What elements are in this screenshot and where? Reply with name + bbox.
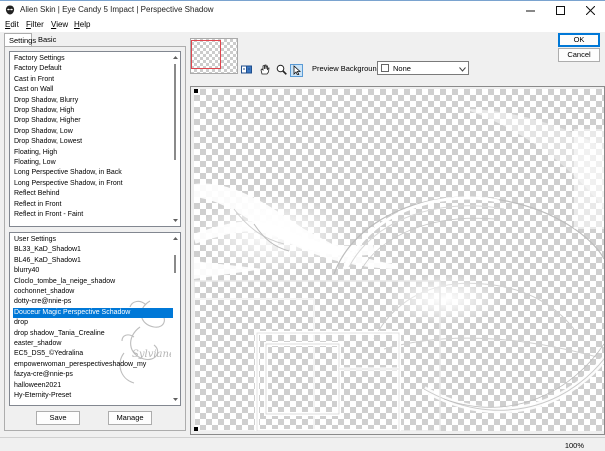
window-title: Alien Skin | Eye Candy 5 Impact | Perspe… bbox=[20, 5, 214, 14]
zoom-icon bbox=[276, 64, 287, 77]
title-bar: Alien Skin | Eye Candy 5 Impact | Perspe… bbox=[0, 0, 605, 18]
factory-settings-list[interactable]: Factory Settings Factory Default Cast in F… bbox=[9, 51, 181, 227]
menu-filter-label: ilter bbox=[30, 20, 44, 29]
user-setting-item[interactable]: empowerwoman_perespectiveshadow_my bbox=[13, 360, 173, 370]
hand-pan-icon bbox=[259, 64, 270, 77]
cancel-button[interactable]: Cancel bbox=[558, 48, 600, 62]
scroll-down-icon[interactable] bbox=[172, 396, 179, 403]
close-button[interactable] bbox=[575, 1, 605, 19]
maximize-button[interactable] bbox=[545, 1, 575, 19]
preview-background-label: Preview Background: bbox=[312, 64, 383, 73]
tab-basic[interactable]: Basic bbox=[34, 33, 58, 46]
hand-tool-button[interactable] bbox=[258, 64, 271, 77]
menu-view-label: iew bbox=[56, 20, 69, 29]
user-scroll-thumb[interactable] bbox=[174, 255, 176, 273]
ok-button[interactable]: OK bbox=[558, 33, 600, 47]
user-setting-item[interactable]: halloween2021 bbox=[13, 381, 173, 391]
factory-setting-item[interactable]: Reflect in Front bbox=[13, 200, 173, 210]
minimize-icon bbox=[525, 6, 535, 15]
factory-setting-item[interactable]: Floating, High bbox=[13, 148, 173, 158]
factory-setting-item[interactable]: Factory Default bbox=[13, 64, 173, 74]
maximize-icon bbox=[555, 5, 565, 15]
preview-image[interactable] bbox=[194, 89, 604, 431]
navigator-viewport-frame[interactable] bbox=[191, 40, 221, 69]
menu-help[interactable]: Help bbox=[74, 20, 90, 29]
factory-setting-item[interactable]: Floating, Low bbox=[13, 158, 173, 168]
factory-setting-item[interactable]: Cast on Wall bbox=[13, 85, 173, 95]
user-setting-item[interactable]: blurry40 bbox=[13, 266, 173, 276]
shadow-preview-artwork bbox=[194, 109, 604, 431]
user-setting-header[interactable]: User Settings bbox=[13, 235, 173, 245]
close-icon bbox=[585, 5, 595, 15]
factory-setting-item[interactable]: Reflect in Front - Faint bbox=[13, 210, 173, 220]
canvas-corner-marker bbox=[194, 89, 198, 93]
tab-settings[interactable]: Settings bbox=[4, 33, 36, 46]
user-setting-item[interactable]: cochonnet_shadow bbox=[13, 287, 173, 297]
user-setting-item[interactable]: Douceur Magic Perspective Schadow bbox=[13, 307, 173, 319]
menu-bar: Edit Filter View Help bbox=[0, 18, 605, 32]
menu-help-label: elp bbox=[79, 20, 91, 29]
menu-edit-label: dit bbox=[10, 20, 19, 29]
preview-canvas[interactable] bbox=[190, 86, 605, 435]
factory-setting-item[interactable]: Drop Shadow, Low bbox=[13, 127, 173, 137]
user-setting-item[interactable]: drop shadow_Tania_Crealine bbox=[13, 329, 173, 339]
factory-setting-item[interactable]: Long Perspective Shadow, in Back bbox=[13, 168, 173, 178]
manage-button[interactable]: Manage bbox=[108, 411, 152, 425]
menu-filter[interactable]: Filter bbox=[26, 20, 44, 29]
factory-setting-item[interactable]: Drop Shadow, Lowest bbox=[13, 137, 173, 147]
factory-setting-item[interactable]: Drop Shadow, Blurry bbox=[13, 96, 173, 106]
factory-setting-item[interactable]: Drop Shadow, High bbox=[13, 106, 173, 116]
minimize-button[interactable] bbox=[515, 1, 545, 19]
user-setting-item[interactable]: fazya-cre@nnie-ps bbox=[13, 370, 173, 380]
user-setting-item[interactable]: BL33_KaD_Shadow1 bbox=[13, 245, 173, 255]
user-setting-item[interactable]: EC5_DS5_©Yedralina bbox=[13, 349, 173, 359]
menu-view[interactable]: View bbox=[51, 20, 68, 29]
user-setting-item[interactable]: dotty-cre@nnie-ps bbox=[13, 297, 173, 307]
preview-toggle-button[interactable] bbox=[240, 64, 253, 77]
alien-skin-app-icon bbox=[5, 5, 15, 15]
factory-setting-header[interactable]: Factory Settings bbox=[13, 54, 173, 64]
scroll-up-icon[interactable] bbox=[172, 54, 179, 61]
background-color-swatch bbox=[381, 64, 389, 72]
save-button[interactable]: Save bbox=[36, 411, 80, 425]
user-setting-item[interactable]: easter_shadow bbox=[13, 339, 173, 349]
factory-setting-item[interactable]: Cast in Front bbox=[13, 75, 173, 85]
factory-scroll-thumb[interactable] bbox=[174, 64, 176, 160]
status-bar: 100% bbox=[0, 437, 605, 451]
factory-setting-item[interactable]: Long Perspective Shadow, in Front bbox=[13, 179, 173, 189]
user-setting-item[interactable]: drop bbox=[13, 318, 173, 328]
zoom-level: 100% bbox=[564, 441, 584, 450]
select-arrow-icon bbox=[292, 64, 302, 77]
factory-setting-item[interactable]: Reflect Behind bbox=[13, 189, 173, 199]
user-settings-list[interactable]: Sylviane User Settings BL33_KaD_Shadow1 BL… bbox=[9, 232, 181, 406]
user-setting-item[interactable]: Hy-Eternity-Preset bbox=[13, 391, 173, 401]
zoom-tool-button[interactable] bbox=[275, 64, 288, 77]
scroll-up-icon[interactable] bbox=[172, 235, 179, 242]
factory-setting-item[interactable]: Drop Shadow, Higher bbox=[13, 116, 173, 126]
chevron-down-icon bbox=[459, 65, 466, 74]
preview-toggle-icon bbox=[241, 64, 252, 77]
user-setting-item[interactable]: Cloclo_tombe_la_neige_shadow bbox=[13, 277, 173, 287]
preview-background-value: None bbox=[393, 64, 411, 73]
scroll-down-icon[interactable] bbox=[172, 217, 179, 224]
menu-edit[interactable]: Edit bbox=[5, 20, 19, 29]
preview-background-select[interactable]: None bbox=[377, 61, 469, 75]
select-tool-button[interactable] bbox=[290, 64, 303, 77]
user-setting-item[interactable]: BL46_KaD_Shadow1 bbox=[13, 256, 173, 266]
canvas-corner-marker bbox=[194, 427, 198, 431]
